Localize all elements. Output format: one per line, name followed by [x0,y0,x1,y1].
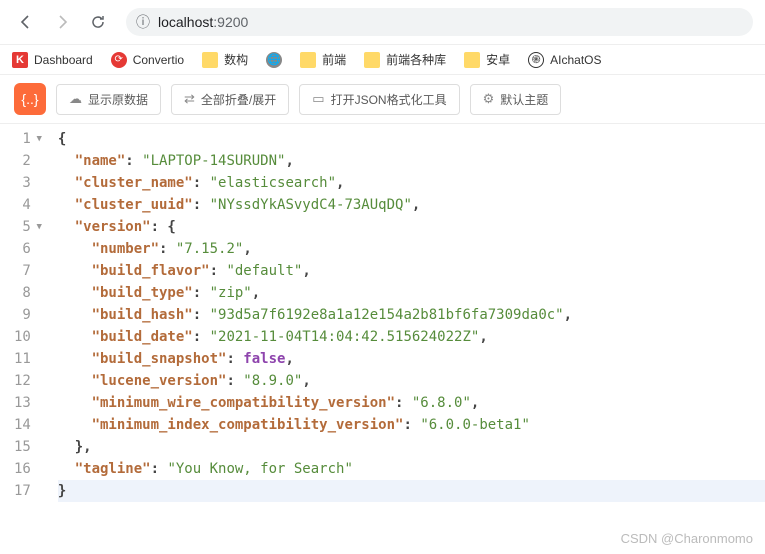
extension-logo-icon[interactable]: {..} [14,83,46,115]
bookmark-globe[interactable]: 🌐 [266,52,282,68]
fold-all-button[interactable]: ⇄全部折叠/展开 [171,84,289,115]
line-gutter: 1▼ 2 3 4 5▼ 6 7 8 9 10 11 12 13 14 15 16… [0,124,50,506]
fold-icon[interactable]: ▼ [34,216,42,238]
info-icon: ⓘ [136,12,150,32]
json-toolbar: {..} ☁显示原数据 ⇄全部折叠/展开 ▭打开JSON格式化工具 ⚙默认主题 [0,75,765,124]
back-button[interactable] [12,10,40,34]
bookmarks-bar: KDashboard ⟳Convertio 数构 🌐 前端 前端各种库 安卓 ֎… [0,45,765,75]
ai-icon: ֎ [528,52,544,68]
k-icon: K [12,52,28,68]
convert-icon: ⟳ [111,52,127,68]
bookmark-aichatos[interactable]: ֎AIchatOS [528,52,601,68]
cloud-icon: ☁ [69,91,82,107]
reload-button[interactable] [84,10,112,34]
gear-icon: ⚙ [483,91,495,107]
json-viewer: 1▼ 2 3 4 5▼ 6 7 8 9 10 11 12 13 14 15 16… [0,124,765,506]
bookmark-folder-2[interactable]: 前端 [300,51,346,68]
folder-icon [364,52,380,68]
folder-icon [464,52,480,68]
theme-button[interactable]: ⚙默认主题 [470,84,562,115]
code-content[interactable]: { "name": "LAPTOP-14SURUDN", "cluster_na… [50,124,765,506]
folder-icon [202,52,218,68]
folder-icon [300,52,316,68]
bookmark-dashboard[interactable]: KDashboard [12,52,93,68]
globe-icon: 🌐 [266,52,282,68]
show-raw-button[interactable]: ☁显示原数据 [56,84,161,115]
bookmark-folder-4[interactable]: 安卓 [464,51,510,68]
bookmark-folder-1[interactable]: 数构 [202,51,248,68]
forward-button[interactable] [48,10,76,34]
browser-nav: ⓘ localhost:9200 [0,0,765,45]
watermark: CSDN @Charonmomo [621,531,753,546]
collapse-icon: ⇄ [184,91,195,107]
json-tool-button[interactable]: ▭打开JSON格式化工具 [299,84,459,115]
url-text: localhost:9200 [158,14,248,30]
json-icon: ▭ [312,91,324,107]
bookmark-convertio[interactable]: ⟳Convertio [111,52,184,68]
bookmark-folder-3[interactable]: 前端各种库 [364,51,446,68]
fold-icon[interactable]: ▼ [34,128,42,150]
url-bar[interactable]: ⓘ localhost:9200 [126,8,753,36]
